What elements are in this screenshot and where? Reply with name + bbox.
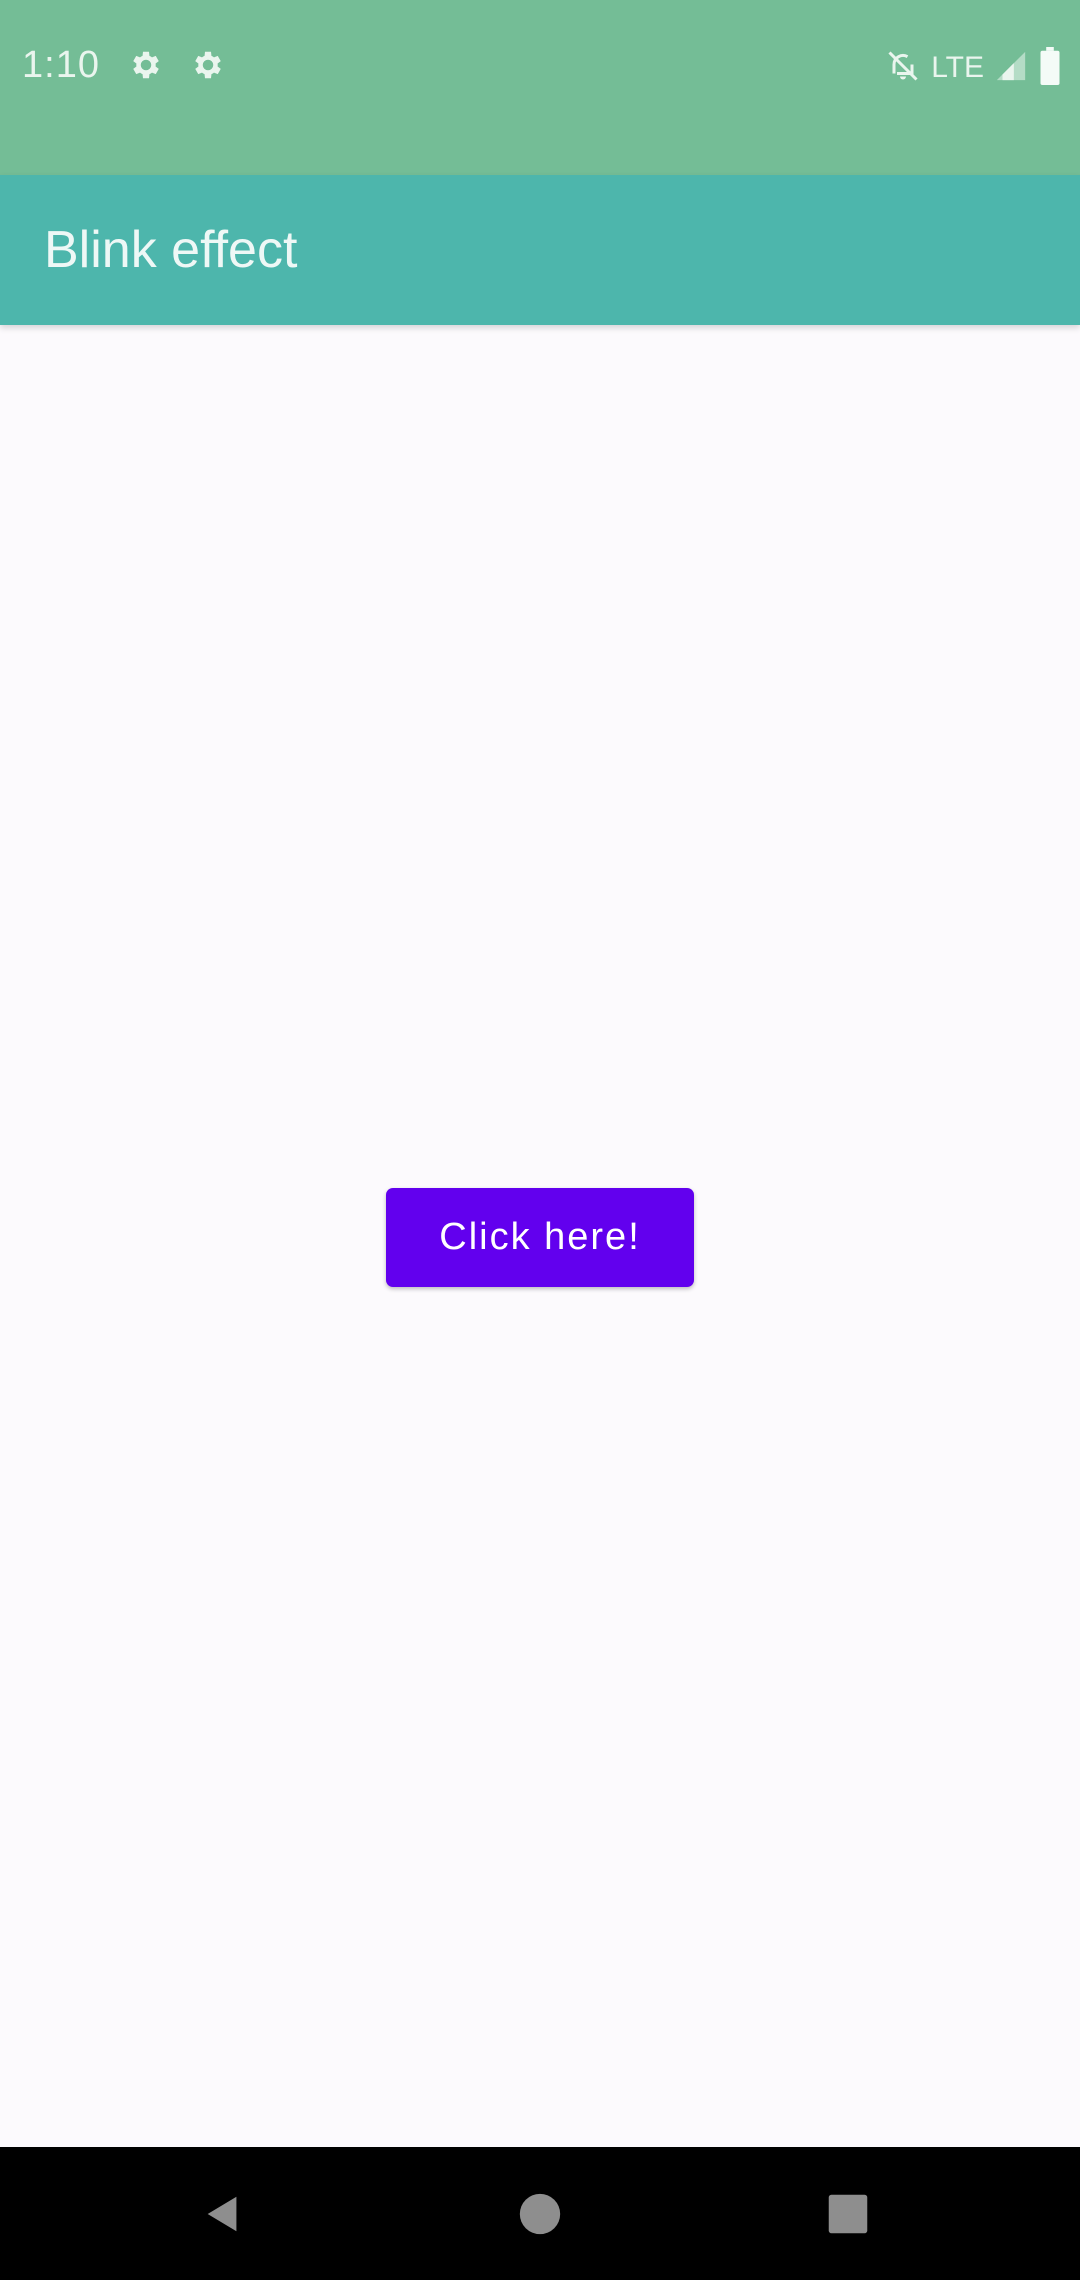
settings-icon <box>128 47 164 83</box>
app-screen: 1:10 LTE Blink effect Click here! <box>0 0 1080 2280</box>
app-bar: Blink effect <box>0 175 1080 325</box>
settings-icon <box>190 47 226 83</box>
home-icon[interactable] <box>518 2192 562 2236</box>
notifications-off-icon <box>885 48 921 89</box>
page-title: Blink effect <box>44 221 298 279</box>
battery-icon <box>1038 46 1062 90</box>
navigation-bar <box>0 2147 1080 2280</box>
status-time: 1:10 <box>22 44 100 86</box>
back-icon[interactable] <box>200 2191 246 2237</box>
signal-icon <box>994 49 1028 88</box>
recents-icon[interactable] <box>827 2193 869 2235</box>
click-here-button[interactable]: Click here! <box>386 1188 694 1287</box>
main-content: Click here! <box>0 325 1080 2147</box>
status-indicators: LTE <box>885 46 1062 90</box>
network-type: LTE <box>931 51 984 84</box>
status-bar: 1:10 LTE <box>0 0 1080 175</box>
